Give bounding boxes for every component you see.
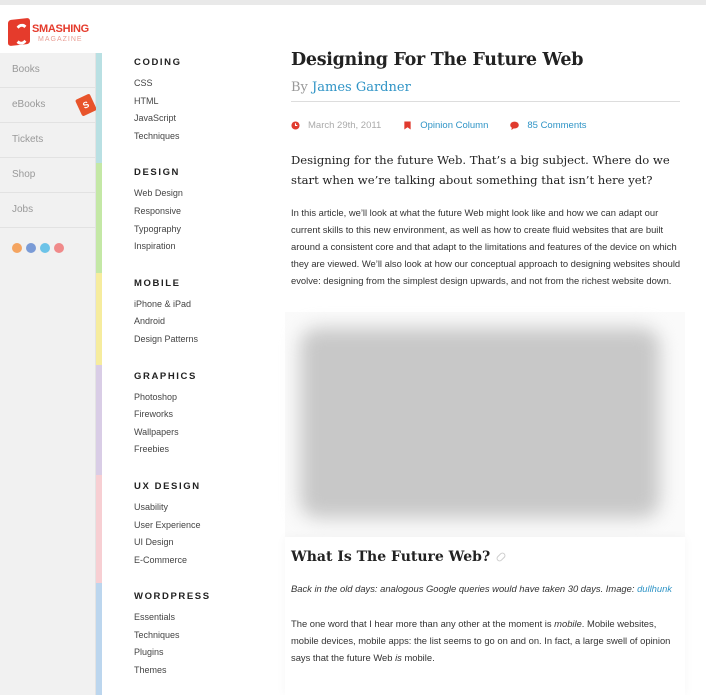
- category-link[interactable]: Techniques: [134, 627, 274, 645]
- section-nav: Books eBooks S Tickets Shop Jobs: [0, 53, 98, 228]
- category-heading[interactable]: MOBILE: [134, 278, 274, 290]
- newsletter-icon[interactable]: [54, 243, 64, 253]
- social-links: [12, 243, 64, 253]
- category-link[interactable]: Wallpapers: [134, 424, 274, 442]
- article-section: What Is The Future Web? Back in the old …: [285, 537, 685, 695]
- category-design: DESIGN Web Design Responsive Typography …: [134, 167, 274, 255]
- category-link[interactable]: User Experience: [134, 517, 274, 535]
- byline: By James Gardner: [291, 80, 680, 102]
- category-link[interactable]: Android: [134, 313, 274, 331]
- para-text: mobile.: [401, 652, 435, 663]
- facebook-icon[interactable]: [26, 243, 36, 253]
- section-heading-text: What Is The Future Web?: [291, 549, 491, 565]
- category-link[interactable]: Plugins: [134, 644, 274, 662]
- category-link[interactable]: HTML: [134, 93, 274, 111]
- ebook-icon: S: [74, 93, 98, 117]
- nav-item-tickets[interactable]: Tickets: [0, 123, 96, 158]
- category-heading[interactable]: UX DESIGN: [134, 481, 274, 493]
- category-link[interactable]: JavaScript: [134, 110, 274, 128]
- nav-item-label: Tickets: [12, 134, 44, 145]
- comment-icon: [510, 121, 520, 130]
- by-label: By: [291, 80, 308, 95]
- category-wordpress: WORDPRESS Essentials Techniques Plugins …: [134, 591, 274, 679]
- category-graphics: GRAPHICS Photoshop Fireworks Wallpapers …: [134, 371, 274, 459]
- article-lead: Designing for the future Web. That’s a b…: [291, 153, 670, 187]
- article-title: Designing For The Future Web: [291, 50, 584, 70]
- comments-link[interactable]: 85 Comments: [527, 120, 586, 131]
- permalink-icon[interactable]: [495, 551, 507, 563]
- category-link[interactable]: Freebies: [134, 441, 274, 459]
- category-link[interactable]: E-Commerce: [134, 552, 274, 570]
- article-meta: March 29th, 2011 Opinion Column 85 Comme…: [291, 118, 681, 132]
- category-link[interactable]: Design Patterns: [134, 331, 274, 349]
- twitter-icon[interactable]: [40, 243, 50, 253]
- para-emphasis: mobile: [554, 618, 582, 629]
- category-link[interactable]: Inspiration: [134, 238, 274, 256]
- article-intro: In this article, we’ll look at what the …: [291, 207, 681, 286]
- article: Designing For The Future Web By James Ga…: [291, 50, 681, 289]
- rss-icon[interactable]: [12, 243, 22, 253]
- category-link[interactable]: Typography: [134, 221, 274, 239]
- category-link[interactable]: Fireworks: [134, 406, 274, 424]
- category-heading[interactable]: DESIGN: [134, 167, 274, 179]
- date-meta: March 29th, 2011: [291, 120, 381, 131]
- caption-credit-link[interactable]: dullhunk: [637, 583, 672, 594]
- category-coding: CODING CSS HTML JavaScript Techniques: [134, 57, 274, 145]
- caption-text: Back in the old days: analogous Google q…: [291, 583, 635, 594]
- logo-text: SMASHING: [32, 23, 89, 35]
- smashing-logo-icon: [8, 17, 30, 47]
- nav-item-label: Shop: [12, 169, 36, 180]
- nav-item-books[interactable]: Books: [0, 53, 96, 88]
- nav-item-label: Jobs: [12, 204, 34, 215]
- category-link[interactable]: UI Design: [134, 534, 274, 552]
- category-link[interactable]: Responsive: [134, 203, 274, 221]
- category-meta: Opinion Column: [403, 120, 488, 131]
- logo-subtext: MAGAZINE: [38, 36, 83, 43]
- category-link[interactable]: Web Design: [134, 185, 274, 203]
- para-emphasis: is: [395, 652, 402, 663]
- bookmark-icon: [404, 120, 411, 130]
- clock-icon: [291, 120, 300, 130]
- author-link[interactable]: James Gardner: [312, 80, 411, 95]
- section-heading: What Is The Future Web?: [291, 547, 679, 567]
- category-link[interactable]: Photoshop: [134, 389, 274, 407]
- article-paragraph: The one word that I hear more than any o…: [291, 615, 679, 666]
- category-mobile: MOBILE iPhone & iPad Android Design Patt…: [134, 278, 274, 349]
- para-text: The one word that I hear more than any o…: [291, 618, 555, 629]
- category-link[interactable]: Essentials: [134, 609, 274, 627]
- category-color-strip: [96, 53, 102, 695]
- article-date: March 29th, 2011: [308, 119, 382, 131]
- category-heading[interactable]: CODING: [134, 57, 274, 69]
- nav-item-jobs[interactable]: Jobs: [0, 193, 96, 228]
- category-link[interactable]: Themes: [134, 662, 274, 680]
- image-caption: Back in the old days: analogous Google q…: [291, 581, 679, 597]
- nav-item-shop[interactable]: Shop: [0, 158, 96, 193]
- category-nav: CODING CSS HTML JavaScript Techniques DE…: [134, 57, 274, 695]
- nav-item-label: Books: [12, 64, 40, 75]
- logo[interactable]: SMASHING MAGAZINE: [0, 5, 96, 53]
- category-link[interactable]: Techniques: [134, 128, 274, 146]
- category-ux-design: UX DESIGN Usability User Experience UI D…: [134, 481, 274, 569]
- category-link[interactable]: iPhone & iPad: [134, 296, 274, 314]
- category-link[interactable]: Usability: [134, 499, 274, 517]
- category-link[interactable]: CSS: [134, 75, 274, 93]
- top-bar: [0, 0, 706, 5]
- nav-item-ebooks[interactable]: eBooks S: [0, 88, 98, 123]
- comments-meta: 85 Comments: [510, 120, 587, 131]
- category-heading[interactable]: GRAPHICS: [134, 371, 274, 383]
- blurred-image: [300, 328, 660, 518]
- article-category-link[interactable]: Opinion Column: [420, 120, 488, 131]
- category-heading[interactable]: WORDPRESS: [134, 591, 274, 603]
- nav-item-label: eBooks: [12, 99, 46, 110]
